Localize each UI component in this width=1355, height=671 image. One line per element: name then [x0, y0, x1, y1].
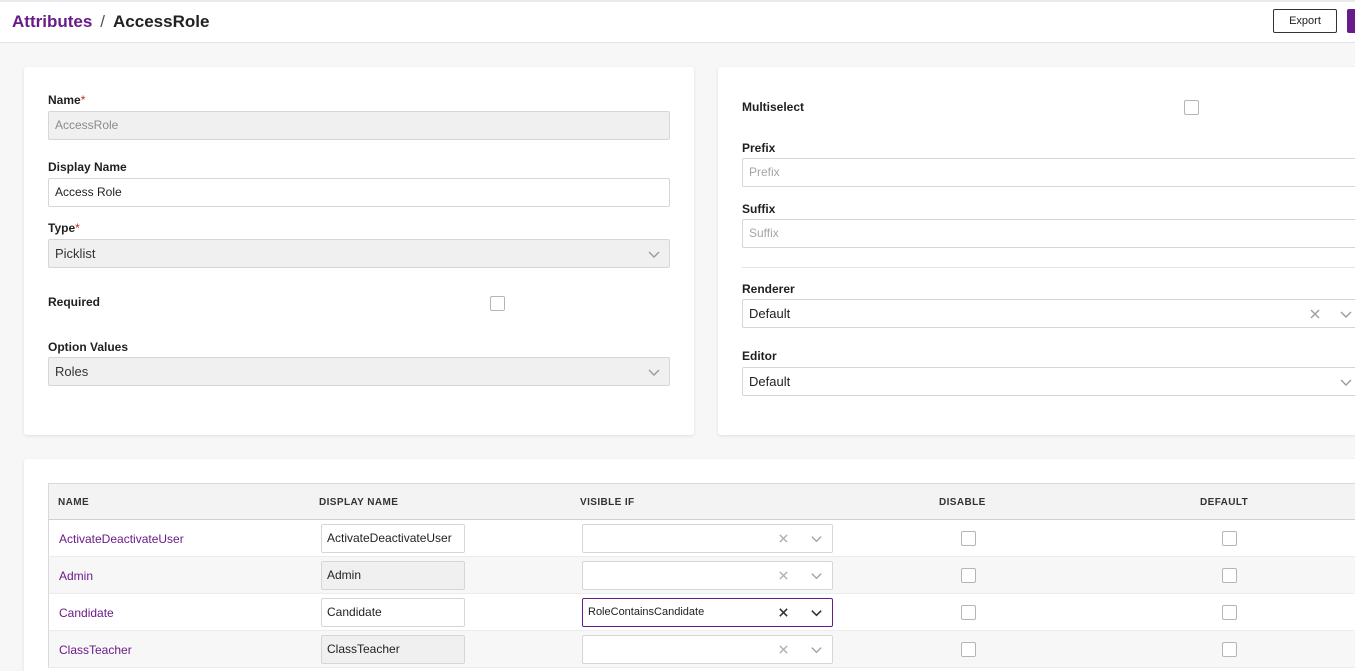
row-default-checkbox[interactable] — [1222, 605, 1237, 620]
renderer-select[interactable]: Default — [742, 299, 1355, 328]
required-marker: * — [80, 93, 86, 107]
table-row: Candidate Candidate RoleContainsCandidat… — [48, 594, 1355, 631]
column-header-display-name: DISPLAY NAME — [319, 497, 399, 508]
prefix-input[interactable]: Prefix — [742, 158, 1355, 187]
option-values-select-value: Roles — [55, 364, 89, 379]
editor-select[interactable]: Default — [742, 367, 1355, 396]
clear-icon[interactable] — [778, 607, 789, 618]
display-name-input[interactable]: Access Role — [48, 178, 670, 207]
editor-label: Editor — [742, 349, 777, 363]
name-label: Name* — [48, 93, 86, 107]
row-visible-if-select[interactable]: RoleContainsCandidate — [582, 598, 833, 627]
row-display-name-input[interactable]: Admin — [321, 561, 465, 590]
row-disable-checkbox[interactable] — [961, 605, 976, 620]
row-default-checkbox[interactable] — [1222, 642, 1237, 657]
row-display-name-input[interactable]: ClassTeacher — [321, 635, 465, 664]
option-values-select[interactable]: Roles — [48, 357, 670, 386]
required-checkbox[interactable] — [490, 296, 505, 311]
row-display-name-input[interactable]: ActivateDeactivateUser — [321, 524, 465, 553]
row-name-link[interactable]: ClassTeacher — [59, 643, 132, 657]
suffix-input[interactable]: Suffix — [742, 219, 1355, 248]
renderer-label: Renderer — [742, 282, 795, 296]
option-values-card: NAME DISPLAY NAME VISIBLE IF DISABLE DEF… — [24, 459, 1355, 671]
section-divider — [742, 267, 1355, 268]
row-name-link[interactable]: ActivateDeactivateUser — [59, 532, 184, 546]
breadcrumb-separator: / — [100, 12, 106, 31]
row-visible-if-value: RoleContainsCandidate — [588, 606, 705, 618]
renderer-select-value: Default — [749, 306, 791, 321]
suffix-label: Suffix — [742, 202, 776, 216]
row-default-checkbox[interactable] — [1222, 531, 1237, 546]
multiselect-label: Multiselect — [742, 100, 805, 114]
save-button[interactable] — [1347, 9, 1355, 33]
type-label: Type* — [48, 221, 80, 235]
row-display-name-input[interactable]: Candidate — [321, 598, 465, 627]
row-name-link[interactable]: Admin — [59, 569, 93, 583]
table-row: ActivateDeactivateUser ActivateDeactivat… — [48, 520, 1355, 557]
export-button[interactable]: Export — [1273, 9, 1337, 33]
multiselect-checkbox[interactable] — [1184, 100, 1199, 115]
breadcrumb: Attributes / AccessRole — [12, 12, 209, 32]
clear-icon[interactable] — [1309, 308, 1321, 320]
top-bar-edge — [0, 0, 1355, 2]
chevron-down-icon — [1340, 311, 1352, 318]
type-select[interactable]: Picklist — [48, 239, 670, 268]
type-select-value: Picklist — [55, 246, 96, 261]
clear-icon[interactable] — [778, 533, 789, 544]
chevron-down-icon — [648, 369, 660, 376]
clear-icon[interactable] — [778, 644, 789, 655]
row-default-checkbox[interactable] — [1222, 568, 1237, 583]
table-row: ClassTeacher ClassTeacher — [48, 631, 1355, 668]
column-header-visible-if: VISIBLE IF — [580, 497, 635, 508]
column-header-name: NAME — [58, 497, 90, 508]
display-name-label: Display Name — [48, 160, 127, 174]
row-disable-checkbox[interactable] — [961, 568, 976, 583]
row-visible-if-select[interactable] — [582, 635, 833, 664]
attribute-display-card: Multiselect Prefix Prefix Suffix Suffix … — [718, 67, 1355, 435]
column-header-default: DEFAULT — [1200, 497, 1249, 508]
attribute-general-card: Name* AccessRole Display Name Access Rol… — [24, 67, 694, 435]
table-header: NAME DISPLAY NAME VISIBLE IF DISABLE DEF… — [48, 483, 1355, 520]
row-name-link[interactable]: Candidate — [59, 606, 114, 620]
table-row: Admin Admin — [48, 557, 1355, 594]
required-label: Required — [48, 295, 101, 309]
name-input[interactable]: AccessRole — [48, 111, 670, 140]
row-visible-if-select[interactable] — [582, 561, 833, 590]
editor-select-value: Default — [749, 374, 791, 389]
chevron-down-icon — [648, 251, 660, 258]
option-values-label: Option Values — [48, 340, 129, 354]
row-disable-checkbox[interactable] — [961, 531, 976, 546]
row-visible-if-select[interactable] — [582, 524, 833, 553]
chevron-down-icon — [1340, 379, 1352, 386]
required-marker: * — [75, 221, 80, 235]
chevron-down-icon — [811, 536, 822, 543]
chevron-down-icon — [811, 573, 822, 580]
chevron-down-icon — [811, 610, 822, 617]
chevron-down-icon — [811, 647, 822, 654]
column-header-disable: DISABLE — [939, 497, 986, 508]
clear-icon[interactable] — [778, 570, 789, 581]
page-title: AccessRole — [113, 12, 210, 31]
top-bar: Attributes / AccessRole Export — [0, 0, 1355, 43]
prefix-label: Prefix — [742, 141, 776, 155]
breadcrumb-attributes-link[interactable]: Attributes — [12, 12, 92, 31]
row-disable-checkbox[interactable] — [961, 642, 976, 657]
